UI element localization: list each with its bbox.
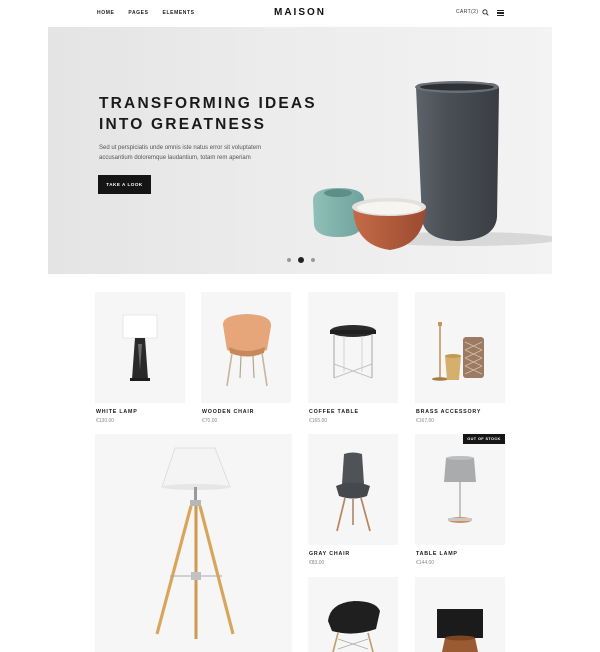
wooden-chair-image xyxy=(222,314,272,387)
product-name[interactable]: BRASS ACCESSORY xyxy=(416,409,481,415)
product-price: €167.00 xyxy=(416,418,435,424)
slider-dot-2[interactable] xyxy=(298,257,304,263)
product-price: €70.00 xyxy=(202,418,218,424)
take-a-look-button[interactable]: TAKE A LOOK xyxy=(98,175,151,194)
hero-text: Sed ut perspiciatis unde omnis iste natu… xyxy=(99,145,262,161)
product-image[interactable] xyxy=(415,434,505,545)
slider-dot-1[interactable] xyxy=(287,258,291,262)
product-price: €165.00 xyxy=(309,418,328,424)
brass-accessory-image xyxy=(432,322,484,381)
product-card-black-chair[interactable] xyxy=(308,577,398,652)
product-name[interactable]: COFFEE TABLE xyxy=(309,409,359,415)
product-image[interactable] xyxy=(95,292,185,403)
out-of-stock-badge: OUT OF STOCK xyxy=(463,434,505,444)
product-image[interactable] xyxy=(308,292,398,403)
table-lamp-image xyxy=(444,456,476,523)
product-image[interactable] xyxy=(415,292,505,403)
product-image[interactable] xyxy=(308,434,398,545)
black-lamp-image xyxy=(437,609,483,652)
product-price: €83.00 xyxy=(309,560,325,566)
slider-dot-3[interactable] xyxy=(311,258,315,262)
menu-icon[interactable] xyxy=(497,10,504,16)
hero-slider: TRANSFORMING IDEAS INTO GREATNESS Sed ut… xyxy=(48,27,552,274)
hero-title-line-1: TRANSFORMING IDEAS xyxy=(99,95,317,112)
product-name[interactable]: WHITE LAMP xyxy=(96,409,138,415)
product-card-black-lamp[interactable] xyxy=(415,577,505,652)
black-chair-image xyxy=(328,601,380,652)
product-card-table-lamp[interactable]: OUT OF STOCK TABLE LAMP €144.00 xyxy=(415,434,505,570)
site-header: HOME PAGES ELEMENTS MAISON CART(2) xyxy=(0,0,600,26)
coffee-table-image xyxy=(330,325,376,379)
product-name[interactable]: WOODEN CHAIR xyxy=(202,409,254,415)
product-price: €144.00 xyxy=(416,560,435,566)
site-logo[interactable]: MAISON xyxy=(0,7,600,18)
cart-link[interactable]: CART(2) xyxy=(456,9,478,15)
product-price: €130.00 xyxy=(96,418,115,424)
product-image[interactable] xyxy=(308,577,398,652)
slider-dots xyxy=(287,257,315,263)
white-lamp-image xyxy=(122,314,158,381)
product-card-coffee-table[interactable]: COFFEE TABLE €165.00 xyxy=(308,292,398,427)
search-icon[interactable] xyxy=(482,9,489,16)
product-name[interactable]: GRAY CHAIR xyxy=(309,551,350,557)
hero-title-line-2: INTO GREATNESS xyxy=(99,116,267,133)
product-image[interactable] xyxy=(201,292,291,403)
product-image[interactable] xyxy=(95,434,292,652)
product-card-brass-accessory[interactable]: BRASS ACCESSORY €167.00 xyxy=(415,292,505,427)
gray-chair-image xyxy=(336,452,371,532)
product-name[interactable]: TABLE LAMP xyxy=(416,551,458,557)
hero-title: TRANSFORMING IDEAS INTO GREATNESS xyxy=(99,93,329,135)
product-card-gray-chair[interactable]: GRAY CHAIR €83.00 xyxy=(308,434,398,570)
product-image[interactable] xyxy=(415,577,505,652)
product-card-floor-lamp[interactable] xyxy=(95,434,292,652)
product-card-white-lamp[interactable]: WHITE LAMP €130.00 xyxy=(95,292,185,427)
tripod-floor-lamp-image xyxy=(155,447,235,639)
product-card-wooden-chair[interactable]: WOODEN CHAIR €70.00 xyxy=(201,292,291,427)
hero-vases-image xyxy=(313,81,552,250)
